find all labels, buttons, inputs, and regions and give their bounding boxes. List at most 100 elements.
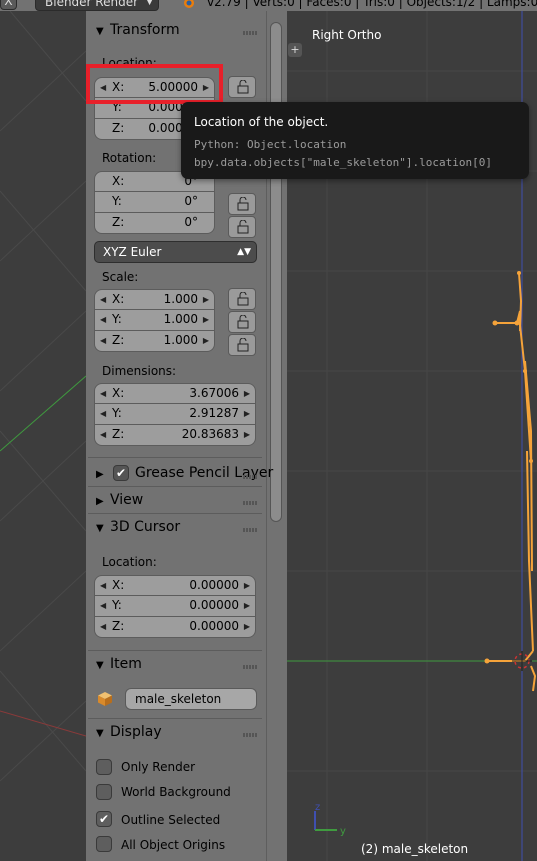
dimensions-z-field[interactable]: ◀ Z: 20.83683 ▶	[94, 425, 256, 446]
field-value: 20.83683	[181, 427, 239, 441]
viewport-object-label: (2) male_skeleton	[361, 842, 469, 856]
chevron-down-icon: ▼	[146, 0, 153, 7]
cursor-header[interactable]: ▼ 3D Cursor	[96, 517, 180, 537]
field-value: 1.000	[163, 312, 198, 326]
dimensions-y-field[interactable]: ◀ Y: 2.91287 ▶	[94, 404, 256, 425]
scale-z-lock[interactable]	[228, 334, 256, 356]
rotation-z-field[interactable]: Z: 0°	[94, 213, 215, 234]
arrow-left-icon: ◀	[100, 430, 107, 439]
scale-x-field[interactable]: ◀ X: 1.000 ▶	[94, 289, 215, 310]
grease-pencil-header[interactable]: ▶	[96, 463, 110, 483]
field-value: 2.91287	[189, 406, 239, 420]
field-value: 0.00000	[189, 619, 239, 633]
view-header[interactable]: ▶ View	[96, 490, 143, 510]
display-header[interactable]: ▼ Display	[96, 722, 162, 742]
rotation-mode-dropdown[interactable]: XYZ Euler ▲▼	[94, 241, 257, 263]
field-value: 0.00000	[189, 578, 239, 592]
cursor-x-field[interactable]: ◀ X: 0.00000 ▶	[94, 575, 256, 596]
item-title: Item	[110, 656, 142, 672]
dimensions-x-field[interactable]: ◀ X: 3.67006 ▶	[94, 383, 256, 404]
scale-y-lock[interactable]	[228, 311, 256, 333]
lock-icon	[237, 292, 249, 306]
transform-title: Transform	[110, 22, 180, 38]
axis-label: Z:	[112, 619, 125, 633]
scale-z-field[interactable]: ◀ Z: 1.000 ▶	[94, 331, 215, 352]
render-engine-dropdown[interactable]: Blender Render ▼	[35, 0, 159, 11]
arrow-right-icon: ▶	[202, 315, 209, 324]
tooltip-data-path: bpy.data.objects["male_skeleton"].locati…	[194, 156, 493, 169]
header-bar: X Blender Render ▼ v2.79 | Verts:0 | Fac…	[0, 0, 537, 11]
world-background-checkbox[interactable]	[96, 784, 112, 800]
display-title: Display	[110, 724, 162, 740]
grease-pencil-checkbox[interactable]: ✔	[113, 465, 129, 481]
lock-icon	[237, 338, 249, 352]
collapse-triangle-icon: ▼	[96, 26, 104, 37]
arrow-right-icon: ▶	[243, 409, 250, 418]
drag-grip-icon[interactable]	[243, 528, 257, 532]
check-icon: ✔	[115, 466, 127, 480]
scale-x-lock[interactable]	[228, 288, 256, 310]
plus-icon: +	[290, 43, 300, 56]
only-render-checkbox[interactable]	[96, 759, 112, 775]
skeleton-joints	[484, 271, 533, 664]
drag-grip-icon[interactable]	[243, 501, 257, 505]
only-render-label: Only Render	[121, 760, 196, 774]
axis-gizmo-icon	[314, 811, 337, 831]
blender-logo-icon	[184, 0, 194, 8]
arrow-left-icon: ◀	[100, 295, 107, 304]
axis-label: X:	[112, 174, 125, 188]
arrow-left-icon: ◀	[100, 409, 107, 418]
drag-grip-icon[interactable]	[243, 475, 257, 479]
all-object-origins-checkbox[interactable]	[96, 836, 112, 852]
view-title: View	[110, 492, 144, 508]
field-value: 0°	[184, 194, 198, 208]
rotation-z-lock[interactable]	[228, 216, 256, 238]
axis-label: Y:	[112, 312, 122, 326]
axis-label: Y:	[112, 598, 122, 612]
rotation-y-field[interactable]: Y: 0°	[94, 192, 215, 213]
dimensions-label: Dimensions:	[102, 364, 177, 378]
3d-cursor-icon	[512, 651, 532, 671]
drag-grip-icon[interactable]	[243, 665, 257, 669]
check-icon: ✔	[98, 812, 110, 826]
highlight-box	[86, 64, 223, 104]
arrow-right-icon: ▶	[243, 581, 250, 590]
outline-selected-checkbox[interactable]: ✔	[96, 811, 112, 827]
collapse-triangle-icon: ▼	[96, 523, 104, 534]
arrow-left-icon: ◀	[100, 315, 107, 324]
outline-selected-label: Outline Selected	[121, 813, 221, 827]
render-engine-label: Blender Render	[45, 0, 139, 9]
axis-label: X:	[112, 292, 125, 306]
section-divider	[88, 486, 262, 487]
cursor-z-field[interactable]: ◀ Z: 0.00000 ▶	[94, 617, 256, 638]
field-value: 1.000	[163, 292, 198, 306]
all-object-origins-label: All Object Origins	[121, 838, 226, 852]
scale-y-field[interactable]: ◀ Y: 1.000 ▶	[94, 310, 215, 331]
arrow-left-icon: ◀	[100, 581, 107, 590]
arrow-left-icon: ◀	[100, 336, 107, 345]
drag-grip-icon[interactable]	[243, 31, 257, 35]
lock-icon	[237, 315, 249, 329]
rotation-y-lock[interactable]	[228, 193, 256, 215]
object-name-field[interactable]: male_skeleton	[125, 688, 257, 710]
gizmo-z-label: z	[315, 802, 321, 813]
arrow-right-icon: ▶	[243, 601, 250, 610]
location-x-lock[interactable]	[228, 76, 256, 98]
drag-grip-icon[interactable]	[243, 733, 257, 737]
expand-triangle-icon: ▶	[96, 469, 104, 480]
red-axis-line	[0, 710, 86, 737]
item-header[interactable]: ▼ Item	[96, 654, 142, 674]
editor-type-button[interactable]: X	[0, 0, 17, 10]
axis-label: Z:	[112, 121, 125, 135]
transform-header[interactable]: ▼ Transform	[96, 20, 180, 40]
left-viewport[interactable]	[0, 11, 86, 861]
section-divider	[88, 650, 262, 651]
world-background-label: World Background	[121, 785, 231, 799]
panel-scrollbar[interactable]	[270, 22, 282, 522]
cursor-y-field[interactable]: ◀ Y: 0.00000 ▶	[94, 596, 256, 617]
lock-icon	[237, 220, 249, 234]
toolshelf-plus-button[interactable]: +	[288, 43, 302, 57]
section-divider	[88, 457, 262, 458]
lock-icon	[237, 80, 249, 94]
arrow-right-icon: ▶	[243, 389, 250, 398]
